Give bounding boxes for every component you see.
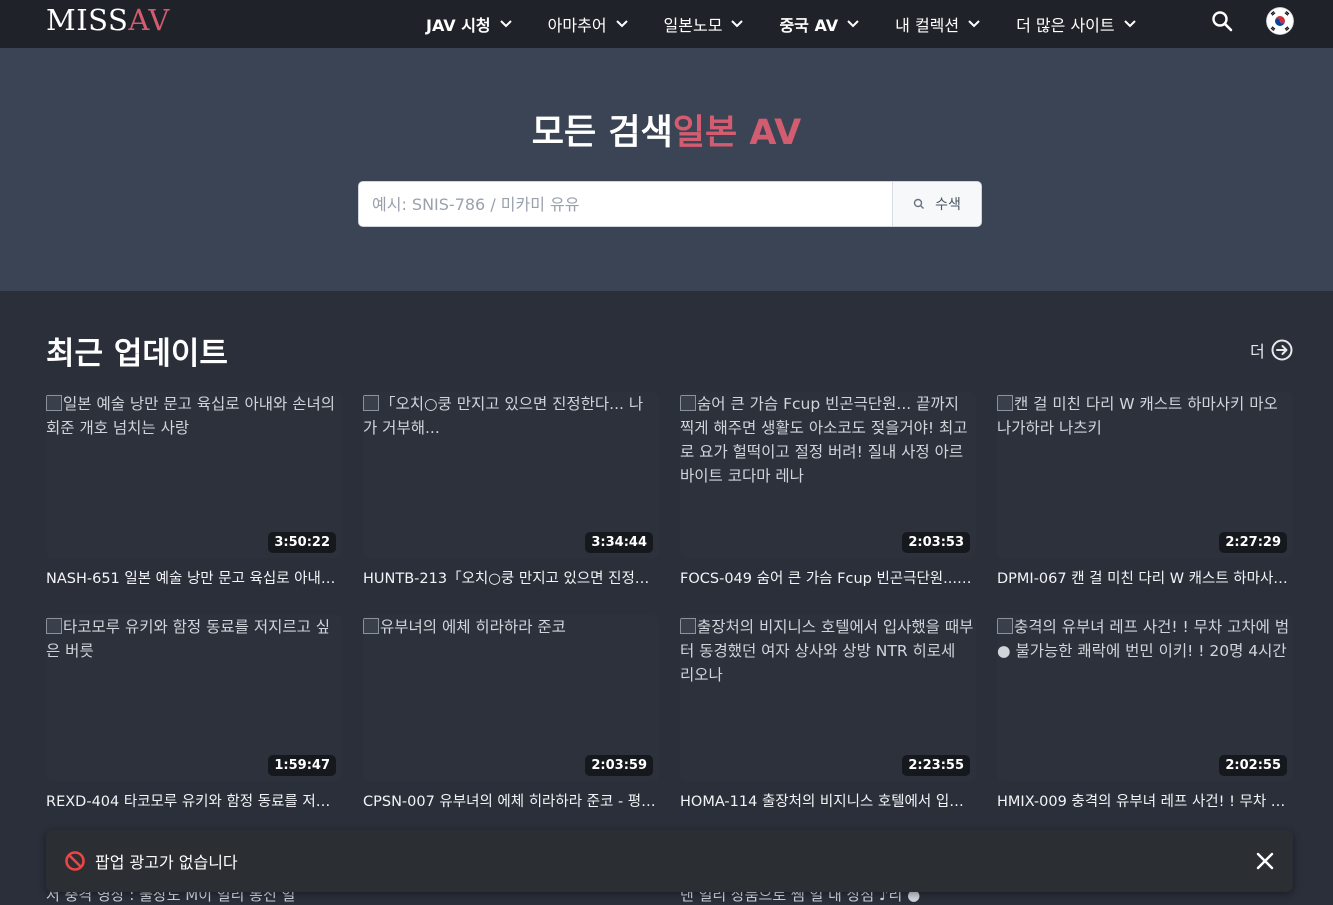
thumbnail-alt-text: 캔 걸 미친 다리 W 캐스트 하마사키 마오 나가하라 나츠키	[997, 392, 1293, 440]
broken-image-icon	[46, 618, 62, 634]
thumbnail-alt-label: 유부녀의 에체 히라하라 준코	[380, 618, 566, 636]
search-input[interactable]	[359, 182, 892, 226]
korea-flag-icon[interactable]	[1266, 7, 1294, 35]
thumbnail-alt-text: 「오치○쿵 만지고 있으면 진정한다... 나가 거부해...	[363, 392, 659, 440]
logo-text-av: AV	[128, 3, 170, 37]
menu-jav-watch[interactable]: JAV 시청	[426, 12, 512, 36]
broken-image-icon	[363, 395, 379, 411]
close-icon[interactable]	[1255, 851, 1275, 871]
logo-text-miss: MISS	[46, 3, 129, 37]
thumbnail-alt-text: 숨어 큰 가슴 Fcup 빈곤극단원... 끝까지 찍게 해주면 생활도 아소코…	[680, 392, 976, 488]
thumbnail-alt-text: 타코모루 유키와 함정 동료를 저지르고 싶은 버릇	[46, 615, 342, 663]
video-card[interactable]: 숨어 큰 가슴 Fcup 빈곤극단원... 끝까지 찍게 해주면 생활도 아소코…	[680, 392, 976, 588]
hero-search-section: 모든 검색일본 AV 수색	[0, 48, 1333, 291]
video-card[interactable]: 유부녀의 에체 히라하라 준코 2:03:59 CPSN-007 유부녀의 에체…	[363, 615, 659, 811]
menu-amateur-label: 아마추어	[547, 16, 607, 35]
hero-title-accent: 일본 AV	[672, 113, 802, 153]
video-thumbnail[interactable]: 유부녀의 에체 히라하라 준코 2:03:59	[363, 615, 659, 781]
search-icon	[913, 198, 925, 209]
menu-chinese-av[interactable]: 중국 AV	[779, 12, 859, 36]
hero-title: 모든 검색일본 AV	[0, 104, 1333, 155]
menu-jav-watch-label: JAV 시청	[426, 16, 491, 35]
chevron-down-icon	[499, 20, 512, 28]
prohibited-icon	[65, 851, 85, 871]
more-link-label: 더	[1250, 342, 1265, 361]
video-card[interactable]: 충격의 유부녀 레프 사건! ! 무차 고차에 범 ● 불가능한 쾌락에 번민 …	[997, 615, 1293, 811]
menu-uncensored[interactable]: 일본노모	[664, 12, 744, 36]
thumbnail-alt-label: 캔 걸 미친 다리 W 캐스트 하마사키 마오 나가하라 나츠키	[997, 395, 1278, 437]
video-title-link[interactable]: HUNTB-213「오치○쿵 만지고 있으면 진정한다... 나가 거부해...	[363, 567, 659, 588]
video-title-link[interactable]: REXD-404 타코모루 유키와 함정 동료를 저지르고 싶은 버릇	[46, 790, 342, 811]
video-thumbnail[interactable]: 타코모루 유키와 함정 동료를 저지르고 싶은 버릇 1:59:47	[46, 615, 342, 781]
video-card[interactable]: 출장처의 비지니스 호텔에서 입사했을 때부터 동경했던 여자 상사와 상방 N…	[680, 615, 976, 811]
broken-image-icon	[680, 618, 696, 634]
video-duration: 3:34:44	[585, 532, 653, 553]
thumbnail-alt-label: 충격의 유부녀 레프 사건! ! 무차 고차에 범 ● 불가능한 쾌락에 번민 …	[997, 618, 1290, 660]
video-card[interactable]: 캔 걸 미친 다리 W 캐스트 하마사키 마오 나가하라 나츠키 2:27:29…	[997, 392, 1293, 588]
search-submit-label: 수색	[935, 197, 961, 213]
search-submit-button[interactable]: 수색	[892, 182, 981, 226]
video-thumbnail[interactable]: 출장처의 비지니스 호텔에서 입사했을 때부터 동경했던 여자 상사와 상방 N…	[680, 615, 976, 781]
broken-image-icon	[46, 395, 62, 411]
video-duration: 2:27:29	[1219, 532, 1287, 553]
chevron-down-icon	[1123, 20, 1136, 28]
chevron-down-icon	[731, 20, 744, 28]
search-form: 수색	[358, 181, 982, 227]
arrow-circle-right-icon	[1271, 339, 1293, 361]
menu-more-sites-label: 더 많은 사이트	[1016, 16, 1115, 35]
thumbnail-alt-label: 일본 예술 낭만 문고 육십로 아내와 손녀의 회준 개호 넘치는 사랑	[46, 395, 335, 437]
thumbnail-alt-label: 숨어 큰 가슴 Fcup 빈곤극단원... 끝까지 찍게 해주면 생활도 아소코…	[680, 395, 968, 485]
thumbnail-alt-text: 유부녀의 에체 히라하라 준코	[363, 615, 659, 639]
video-thumbnail[interactable]: 숨어 큰 가슴 Fcup 빈곤극단원... 끝까지 찍게 해주면 생활도 아소코…	[680, 392, 976, 558]
video-card[interactable]: 타코모루 유키와 함정 동료를 저지르고 싶은 버릇 1:59:47 REXD-…	[46, 615, 342, 811]
site-logo[interactable]: MISSAV	[46, 3, 170, 37]
menu-uncensored-label: 일본노모	[663, 16, 723, 35]
no-popup-ads-toast: 팝업 광고가 없습니다	[46, 830, 1293, 892]
menu-more-sites[interactable]: 더 많은 사이트	[1016, 12, 1136, 36]
video-thumbnail[interactable]: 충격의 유부녀 레프 사건! ! 무차 고차에 범 ● 불가능한 쾌락에 번민 …	[997, 615, 1293, 781]
menu-my-collection-label: 내 컬렉션	[895, 16, 960, 35]
hero-title-main: 모든 검색	[531, 113, 673, 153]
video-thumbnail[interactable]: 일본 예술 낭만 문고 육십로 아내와 손녀의 회준 개호 넘치는 사랑 3:5…	[46, 392, 342, 558]
video-card[interactable]: 일본 예술 낭만 문고 육십로 아내와 손녀의 회준 개호 넘치는 사랑 3:5…	[46, 392, 342, 588]
thumbnail-alt-label: 타코모루 유키와 함정 동료를 저지르고 싶은 버릇	[46, 618, 331, 660]
menu-chinese-av-label: 중국 AV	[779, 16, 839, 35]
broken-image-icon	[997, 618, 1013, 634]
video-duration: 2:23:55	[902, 755, 970, 776]
chevron-down-icon	[615, 20, 628, 28]
thumbnail-alt-label: 출장처의 비지니스 호텔에서 입사했을 때부터 동경했던 여자 상사와 상방 N…	[680, 618, 974, 684]
video-title-link[interactable]: HOMA-114 출장처의 비지니스 호텔에서 입사했을 때부터 동경했던	[680, 790, 976, 811]
video-card[interactable]: 「오치○쿵 만지고 있으면 진정한다... 나가 거부해... 3:34:44 …	[363, 392, 659, 588]
top-navbar: MISSAV JAV 시청 아마추어 일본노모 중국 AV 내 컬렉션 더 많은…	[0, 0, 1333, 48]
thumbnail-alt-text: 일본 예술 낭만 문고 육십로 아내와 손녀의 회준 개호 넘치는 사랑	[46, 392, 342, 440]
broken-image-icon	[363, 618, 379, 634]
more-link[interactable]: 더	[1250, 338, 1293, 362]
search-icon[interactable]	[1210, 9, 1234, 33]
video-title-link[interactable]: FOCS-049 숨어 큰 가슴 Fcup 빈곤극단원... 끝까지 찍게 해주…	[680, 567, 976, 588]
video-title-link[interactable]: NASH-651 일본 예술 낭만 문고 육십로 아내와 손녀의 회준 개호 넘…	[46, 567, 342, 588]
main-menu: JAV 시청 아마추어 일본노모 중국 AV 내 컬렉션 더 많은 사이트	[426, 0, 1172, 48]
toast-message: 팝업 광고가 없습니다	[95, 853, 238, 872]
broken-image-icon	[997, 395, 1013, 411]
video-duration: 2:03:53	[902, 532, 970, 553]
thumbnail-alt-text: 충격의 유부녀 레프 사건! ! 무차 고차에 범 ● 불가능한 쾌락에 번민 …	[997, 615, 1293, 663]
chevron-down-icon	[847, 20, 859, 28]
video-duration: 2:03:59	[585, 755, 653, 776]
video-thumbnail[interactable]: 캔 걸 미친 다리 W 캐스트 하마사키 마오 나가하라 나츠키 2:27:29	[997, 392, 1293, 558]
broken-image-icon	[680, 395, 696, 411]
thumbnail-alt-label: 「오치○쿵 만지고 있으면 진정한다... 나가 거부해...	[363, 395, 644, 437]
menu-amateur[interactable]: 아마추어	[548, 12, 628, 36]
section-title-recent: 최근 업데이트	[46, 336, 228, 372]
video-duration: 2:02:55	[1219, 755, 1287, 776]
video-thumbnail[interactable]: 「오치○쿵 만지고 있으면 진정한다... 나가 거부해... 3:34:44	[363, 392, 659, 558]
video-duration: 1:59:47	[268, 755, 336, 776]
video-title-link[interactable]: DPMI-067 캔 걸 미친 다리 W 캐스트 하마사키 마오 나가하라 나츠…	[997, 567, 1293, 588]
chevron-down-icon	[968, 20, 980, 28]
video-title-link[interactable]: HMIX-009 충격의 유부녀 레프 사건! ! 무차 고차에 범 ● 불가능…	[997, 790, 1293, 811]
video-title-link[interactable]: CPSN-007 유부녀의 에체 히라하라 준코 - 평범한 주부	[363, 790, 659, 811]
menu-my-collection[interactable]: 내 컬렉션	[895, 12, 980, 36]
video-duration: 3:50:22	[268, 532, 336, 553]
thumbnail-alt-text: 출장처의 비지니스 호텔에서 입사했을 때부터 동경했던 여자 상사와 상방 N…	[680, 615, 976, 687]
